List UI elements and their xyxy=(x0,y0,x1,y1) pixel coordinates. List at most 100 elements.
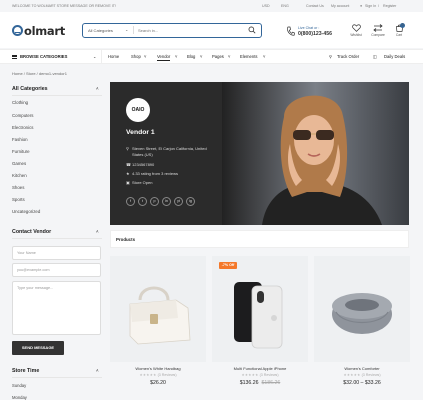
contact-vendor-title: Contact Vendor xyxy=(12,229,52,235)
track-order-link[interactable]: Track Order xyxy=(337,54,359,59)
chevron-down-icon: ˅ xyxy=(263,54,266,59)
product-image[interactable] xyxy=(110,256,206,362)
nav-home[interactable]: Home xyxy=(108,54,119,59)
account-link[interactable]: My account xyxy=(331,4,349,8)
linkedin-icon[interactable]: in xyxy=(162,197,171,206)
signin-link[interactable]: Sign In xyxy=(365,4,376,8)
chevron-up-icon[interactable]: ˄ xyxy=(96,86,99,91)
old-price: $186.26 xyxy=(261,380,281,386)
category-link[interactable]: Electronics xyxy=(12,125,33,130)
chevron-down-icon: ⌄ xyxy=(93,54,97,59)
product-name[interactable]: Multi Functional Apple iPhone xyxy=(212,366,308,371)
store-day: Monday xyxy=(12,395,27,400)
send-message-button[interactable]: SEND MESSAGE xyxy=(12,341,64,355)
youtube-icon[interactable]: yt xyxy=(174,197,183,206)
language-selector[interactable]: ENG xyxy=(281,4,289,8)
menu-icon xyxy=(12,54,17,59)
category-link[interactable]: Kitchen xyxy=(12,173,27,178)
chevron-down-icon: ˅ xyxy=(144,54,147,59)
product-card: Multi Functional Apple iPhone ★★★★★ (3 R… xyxy=(212,362,308,400)
product-name[interactable]: Women's White Handbag xyxy=(110,366,206,371)
rating-stars: ★★★★★ xyxy=(139,373,157,377)
vendor-logo: OAIO xyxy=(126,98,150,122)
discount-badge: -7% Off xyxy=(219,262,237,269)
nav-vendor[interactable]: Vendor xyxy=(157,54,171,61)
map-pin-icon: ⚲ xyxy=(329,54,333,59)
rating-stars: ★★★★★ xyxy=(343,373,361,377)
categories-title: All Categories xyxy=(12,86,48,92)
phone-number: 0(800)123-456 xyxy=(298,31,333,37)
chat-label: Live Chat or : xyxy=(298,26,320,30)
register-link[interactable]: Register xyxy=(383,4,396,8)
search-category-select[interactable]: All Categories xyxy=(88,28,113,33)
review-count[interactable]: (3 Reviews) xyxy=(158,373,177,377)
vendor-address: ⚲ Steven Street, El Carjon California, Un… xyxy=(126,146,207,157)
store-day: Sunday xyxy=(12,383,27,388)
daily-deals-link[interactable]: Daily Deals xyxy=(384,54,405,59)
chevron-down-icon: ˅ xyxy=(175,54,178,59)
handbag-image xyxy=(129,286,191,345)
contact-link[interactable]: Contact Us xyxy=(306,4,324,8)
nav-pages[interactable]: Pages xyxy=(212,54,224,59)
breadcrumb[interactable]: Home / Store / demo1-vendor1 xyxy=(12,71,67,76)
vendor-banner: OAIO Vendor 1 ⚲ Steven Street, El Carjon … xyxy=(110,82,409,225)
phone-image xyxy=(234,282,283,349)
nav-blog[interactable]: Blog xyxy=(187,54,195,59)
instagram-icon[interactable]: ig xyxy=(186,197,195,206)
user-icon: ● xyxy=(360,4,363,8)
chat-icon xyxy=(287,26,295,36)
deals-icon: ◫ xyxy=(373,54,377,59)
search-bar: All Categories ⌄ xyxy=(82,23,262,38)
top-bar: WELCOME TO WOLMART STORE MESSAGE OR REMO… xyxy=(0,0,423,12)
pinterest-icon[interactable]: p xyxy=(150,197,159,206)
category-link[interactable]: Computers xyxy=(12,113,33,118)
wishlist-button[interactable]: Wishlist xyxy=(346,24,366,37)
search-icon[interactable] xyxy=(248,26,256,34)
compare-icon xyxy=(373,24,383,32)
category-link[interactable]: Furniture xyxy=(12,149,30,154)
vendor-rating: ★ 4.33 rating from 3 reviews xyxy=(126,171,179,176)
site-logo[interactable]: olmart xyxy=(12,24,65,38)
site-header: olmart All Categories ⌄ Live Chat or : 0… xyxy=(0,12,423,48)
email-field[interactable]: you@example.com xyxy=(12,263,101,277)
nav-elements[interactable]: Elements xyxy=(240,54,257,59)
products-header xyxy=(110,230,409,248)
nav-shop[interactable]: Shop xyxy=(131,54,141,59)
cart-button[interactable]: 0 Cart xyxy=(391,23,407,37)
category-link[interactable]: Clothing xyxy=(12,100,28,105)
product-card: Women's White Handbag ★★★★★ (3 Reviews) … xyxy=(110,362,206,400)
twitter-icon[interactable]: t xyxy=(138,197,147,206)
message-field[interactable]: Type your message... xyxy=(12,281,101,335)
product-price: $136.26 xyxy=(239,380,259,386)
rating-stars: ★★★★★ xyxy=(241,373,259,377)
vendor-phone: ☎1234567890 xyxy=(126,162,155,167)
category-link[interactable]: Fashion xyxy=(12,137,28,142)
currency-selector[interactable]: USD xyxy=(262,4,270,8)
main-nav: BROWSE CATEGORIES ⌄ Home Shop ˅ Vendor ˅… xyxy=(0,49,423,64)
vendor-name: Vendor 1 xyxy=(126,129,155,136)
product-price: $26.20 xyxy=(150,380,166,386)
category-link[interactable]: Sports xyxy=(12,197,25,202)
browse-categories-button[interactable]: BROWSE CATEGORIES xyxy=(12,54,67,59)
chevron-down-icon: ⌄ xyxy=(125,27,129,32)
category-link[interactable]: Uncategorized xyxy=(12,209,40,214)
product-image[interactable] xyxy=(212,256,308,362)
review-count[interactable]: (3 Reviews) xyxy=(260,373,279,377)
chevron-down-icon: ˅ xyxy=(228,54,231,59)
chevron-up-icon[interactable]: ˄ xyxy=(96,368,99,373)
category-link[interactable]: Games xyxy=(12,161,26,166)
scarf-image xyxy=(332,293,392,334)
category-link[interactable]: Shoes xyxy=(12,185,24,190)
product-name[interactable]: Women's Comforter xyxy=(314,366,410,371)
compare-button[interactable]: Compare xyxy=(368,24,388,37)
chevron-up-icon[interactable]: ˄ xyxy=(96,229,99,234)
review-count[interactable]: (3 Reviews) xyxy=(362,373,381,377)
product-price: $32.00 – $33.26 xyxy=(343,380,381,386)
facebook-icon[interactable]: f xyxy=(126,197,135,206)
heart-icon xyxy=(351,24,361,32)
search-input[interactable] xyxy=(138,26,238,35)
vendor-status: ▣ Store Open xyxy=(126,180,153,185)
product-image[interactable] xyxy=(314,256,410,362)
name-field[interactable]: Your Name xyxy=(12,246,101,260)
cart-count-badge: 0 xyxy=(400,23,405,28)
